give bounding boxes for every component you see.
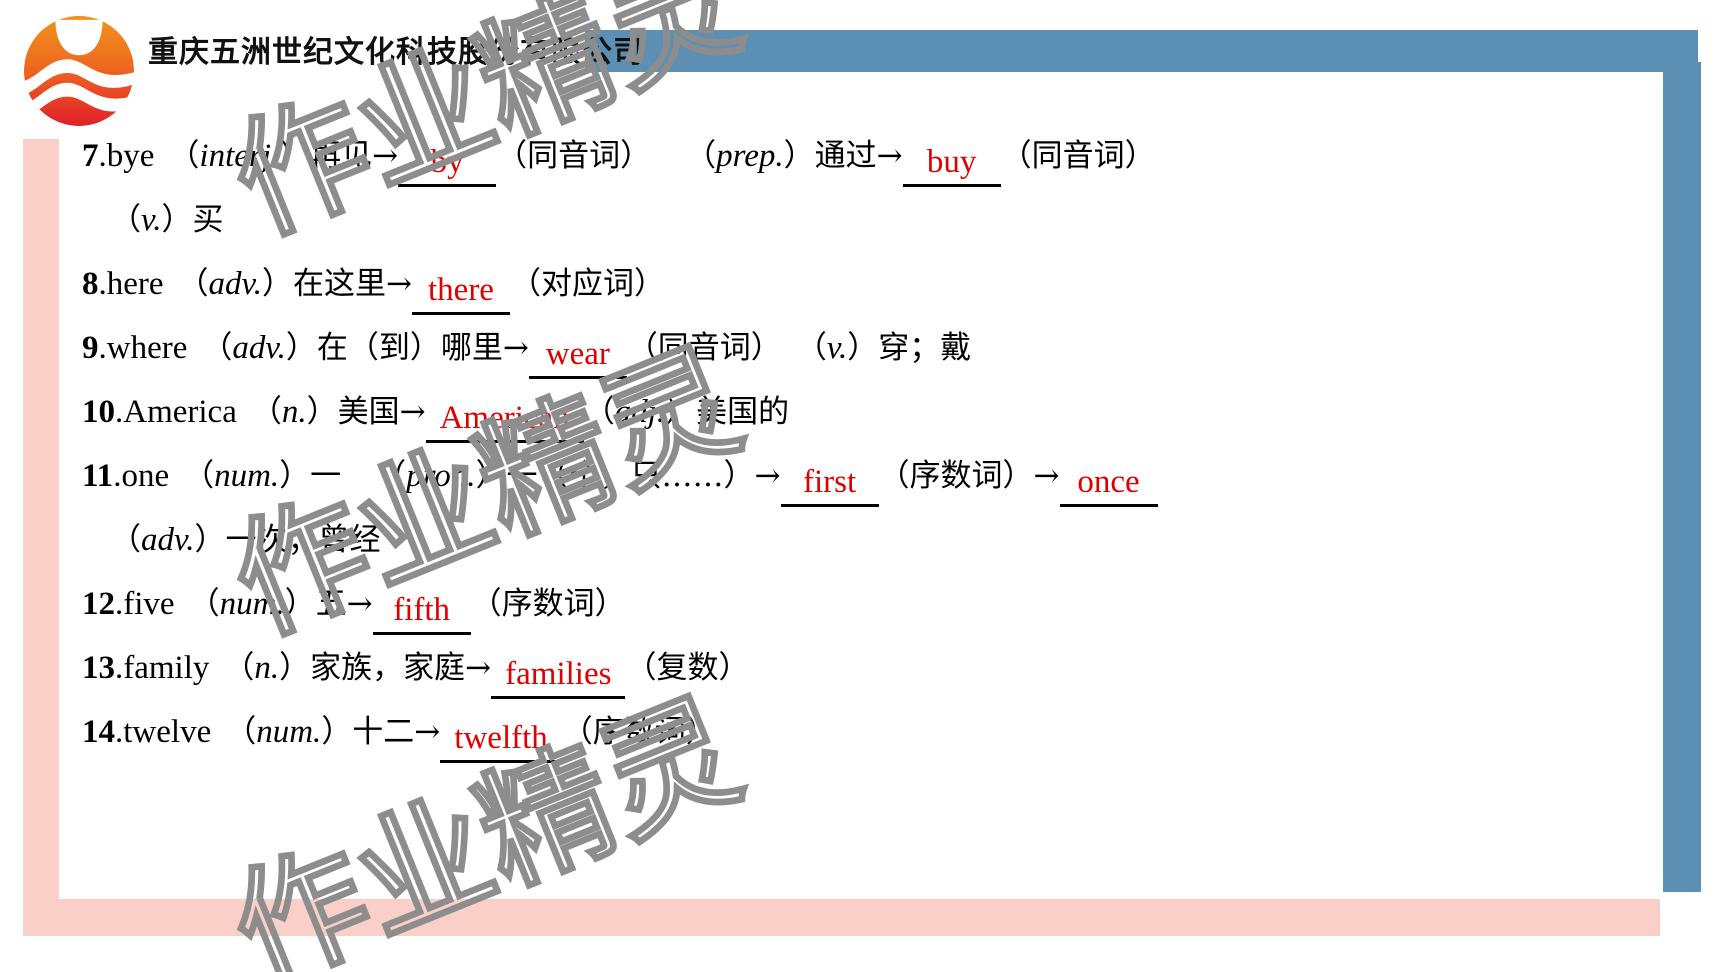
chinese-text: ）一 xyxy=(279,458,342,494)
left-pink-bar xyxy=(23,139,59,899)
chinese-text: （同音词） xyxy=(1000,138,1156,174)
english-word: .here xyxy=(98,266,164,302)
company-logo-icon xyxy=(20,12,138,130)
chinese-text: ）十二→ xyxy=(321,714,441,750)
chinese-text: （ xyxy=(795,330,827,366)
part-of-speech: n. xyxy=(281,394,307,430)
exercise-item: 14.twelve （num.）十二→ twelfth （序数词） xyxy=(82,700,1642,764)
exercise-item: 11.one （num.）一 （pron.）一（个，只……）→ first （序数词）→… xyxy=(82,444,1642,508)
part-of-speech: num. xyxy=(219,586,285,622)
exercise-number: 10 xyxy=(82,394,115,430)
chinese-text: （序数词） xyxy=(470,586,626,622)
chinese-text: ）通过→ xyxy=(783,138,903,174)
chinese-text: （ xyxy=(201,330,233,366)
answer-blank[interactable]: fifth xyxy=(372,589,471,635)
answer-blank[interactable]: there xyxy=(411,269,510,315)
exercise-item-continuation: （v.）买 xyxy=(82,188,1642,252)
chinese-text: （序数词）→ xyxy=(878,458,1060,494)
english-word: .family xyxy=(115,650,210,686)
exercise-number: 13 xyxy=(82,650,115,686)
chinese-text: （ xyxy=(177,266,209,302)
part-of-speech: pron. xyxy=(406,458,476,494)
chinese-text: （ xyxy=(250,394,282,430)
bottom-pink-bar xyxy=(23,899,1660,936)
answer-blank[interactable]: by xyxy=(398,141,497,187)
right-blue-bar xyxy=(1663,62,1701,892)
chinese-text: ）一次；曾经 xyxy=(194,522,381,558)
exercise-number: 8 xyxy=(82,266,99,302)
chinese-text: ）穿；戴 xyxy=(847,330,972,366)
chinese-text: （同音词） xyxy=(496,138,652,174)
chinese-text: （对应词） xyxy=(509,266,665,302)
answer-blank[interactable]: first xyxy=(780,461,879,507)
exercise-item: 12.five （num.）五→ fifth （序数词） xyxy=(82,572,1642,636)
exercise-item: 10.America （n.）美国→ American （adj.）美国的 xyxy=(82,380,1642,444)
part-of-speech: interj. xyxy=(199,138,280,174)
exercise-item-continuation: （adv.）一次；曾经 xyxy=(82,508,1642,572)
answer-blank[interactable]: American xyxy=(425,397,584,443)
english-word: .five xyxy=(115,586,175,622)
chinese-text: （ xyxy=(685,138,717,174)
exercise-item: 9.where （adv.）在（到）哪里→ wear （同音词） （v.）穿；戴 xyxy=(82,316,1642,380)
answer-blank[interactable]: families xyxy=(491,653,626,699)
chinese-text: （ xyxy=(183,458,215,494)
exercise-number: 11 xyxy=(82,458,114,494)
part-of-speech: num. xyxy=(214,458,280,494)
chinese-text: ）美国的 xyxy=(665,394,790,430)
exercise-list: 7.bye （interj.）再见→ by （同音词） （prep.）通过→ buy （同音… xyxy=(82,124,1642,764)
english-word: .one xyxy=(113,458,170,494)
answer-blank[interactable]: buy xyxy=(902,141,1001,187)
answer-blank[interactable]: wear xyxy=(528,333,627,379)
chinese-text: ）再见→ xyxy=(279,138,399,174)
chinese-text: ）在这里→ xyxy=(262,266,412,302)
company-name: 重庆五洲世纪文化科技股份有限公司 xyxy=(148,35,644,70)
exercise-item: 13.family （n.）家族，家庭→ families （复数） xyxy=(82,636,1642,700)
chinese-text: ）在（到）哪里→ xyxy=(285,330,529,366)
chinese-text: （同音词） xyxy=(626,330,782,366)
chinese-text: （ xyxy=(168,138,200,174)
chinese-text: （ xyxy=(110,522,141,558)
answer-blank[interactable]: once xyxy=(1059,461,1158,507)
chinese-text: ）五→ xyxy=(284,586,373,622)
part-of-speech: v. xyxy=(826,330,848,366)
chinese-text: （序数词） xyxy=(561,714,717,750)
english-word: .bye xyxy=(98,138,155,174)
chinese-text: （ xyxy=(375,458,407,494)
chinese-text: （ xyxy=(223,650,255,686)
chinese-text: ）买 xyxy=(161,202,224,238)
part-of-speech: adv. xyxy=(141,522,195,558)
chinese-text: （复数） xyxy=(625,650,750,686)
exercise-number: 9 xyxy=(82,330,99,366)
chinese-text: ）美国→ xyxy=(306,394,426,430)
exercise-item: 7.bye （interj.）再见→ by （同音词） （prep.）通过→ buy （同音… xyxy=(82,124,1642,188)
exercise-number: 14 xyxy=(82,714,115,750)
english-word: .America xyxy=(115,394,237,430)
exercise-item: 8.here （adv.）在这里→ there （对应词） xyxy=(82,252,1642,316)
part-of-speech: adj. xyxy=(614,394,666,430)
chinese-text: （ xyxy=(110,202,141,238)
part-of-speech: n. xyxy=(254,650,280,686)
page-header: 重庆五洲世纪文化科技股份有限公司 xyxy=(0,0,1728,140)
chinese-text: （ xyxy=(188,586,220,622)
english-word: .where xyxy=(98,330,188,366)
part-of-speech: adv. xyxy=(232,330,286,366)
chinese-text: ）一（个，只……）→ xyxy=(475,458,781,494)
part-of-speech: adv. xyxy=(208,266,262,302)
part-of-speech: v. xyxy=(141,202,162,238)
chinese-text: （ xyxy=(225,714,257,750)
exercise-number: 12 xyxy=(82,586,115,622)
chinese-text: （ xyxy=(583,394,615,430)
part-of-speech: num. xyxy=(256,714,322,750)
part-of-speech: prep. xyxy=(716,138,784,174)
chinese-text: ）家族，家庭→ xyxy=(279,650,492,686)
exercise-number: 7 xyxy=(82,138,99,174)
answer-blank[interactable]: twelfth xyxy=(440,717,562,763)
english-word: .twelve xyxy=(115,714,212,750)
